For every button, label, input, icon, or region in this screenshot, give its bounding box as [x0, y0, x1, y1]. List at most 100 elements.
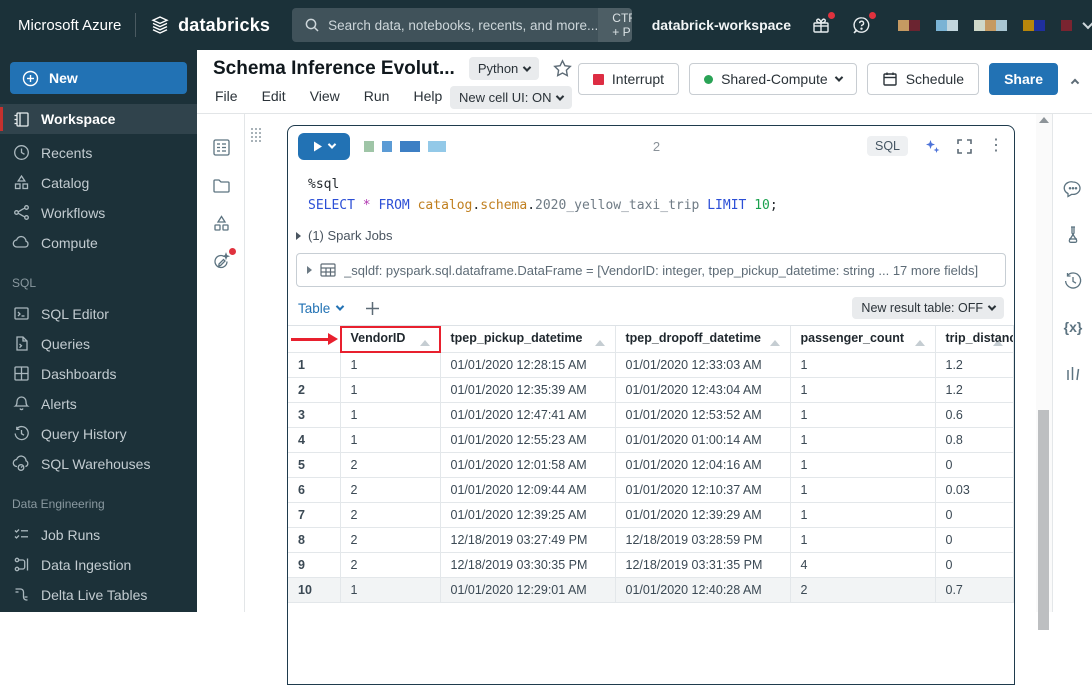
sidebar-item-label: Query History	[41, 426, 127, 442]
share-button[interactable]: Share	[989, 63, 1058, 95]
help-icon[interactable]	[851, 15, 872, 36]
sidebar-item-job-runs[interactable]: Job Runs	[0, 520, 197, 549]
sidebar-item-sql-warehouses[interactable]: SQL Warehouses	[0, 449, 197, 478]
main-scrollbar[interactable]	[1036, 114, 1052, 612]
cell-language-badge[interactable]: SQL	[867, 136, 908, 156]
favorite-star-icon[interactable]	[553, 59, 572, 78]
sidebar-item-sql-editor[interactable]: SQL Editor	[0, 299, 197, 328]
interrupt-button[interactable]: Interrupt	[578, 63, 679, 95]
notebook-cell: 2 SQL ⋮ %sql SELECT * FROM catalog.schem…	[287, 125, 1015, 685]
column-header-vendorid[interactable]: VendorID	[340, 326, 440, 352]
sidebar-item-query-history[interactable]: Query History	[0, 419, 197, 448]
language-selector[interactable]: Python	[469, 57, 539, 80]
table-row[interactable]: 10101/01/2020 12:29:01 AM01/01/2020 12:4…	[288, 577, 1014, 602]
new-cell-ui-toggle[interactable]: New cell UI: ON	[450, 86, 572, 109]
sort-triangle-icon[interactable]	[770, 340, 780, 346]
notebook-title[interactable]: Schema Inference Evolut...	[213, 58, 455, 80]
sidebar-item-compute[interactable]: Compute	[0, 228, 197, 257]
account-chevron-down-icon[interactable]	[1084, 16, 1092, 34]
expand-cell-icon[interactable]	[957, 139, 972, 154]
compute-selector[interactable]: Shared-Compute	[689, 63, 857, 95]
add-visualization-button[interactable]	[365, 301, 380, 316]
catalog-panel-icon[interactable]	[197, 204, 245, 242]
table-cell: 12/18/2019 03:31:35 PM	[615, 552, 790, 577]
databricks-logo[interactable]: databricks	[150, 15, 270, 36]
table-of-contents-icon[interactable]	[197, 128, 245, 166]
table-row[interactable]: 5201/01/2020 12:01:58 AM01/01/2020 12:04…	[288, 452, 1014, 477]
new-button[interactable]: New	[10, 62, 187, 94]
delta-live-tables-icon	[12, 586, 30, 603]
table-cell: 2	[340, 452, 440, 477]
sidebar-item-workspace[interactable]: Workspace	[0, 104, 197, 134]
scroll-up-arrow-icon[interactable]	[1039, 117, 1049, 123]
run-cell-button[interactable]	[298, 133, 350, 160]
menu-edit[interactable]: Edit	[262, 88, 286, 104]
sort-triangle-icon[interactable]	[595, 340, 605, 346]
table-row[interactable]: 1101/01/2020 12:28:15 AM01/01/2020 12:33…	[288, 352, 1014, 377]
row-number: 1	[288, 352, 340, 377]
sidebar-item-label: Workflows	[41, 205, 105, 221]
sqldf-dataframe-row[interactable]: _sqldf: pyspark.sql.dataframe.DataFrame …	[296, 253, 1006, 287]
menu-help[interactable]: Help	[413, 88, 442, 104]
column-header-tpep_pickup_datetime[interactable]: tpep_pickup_datetime	[440, 326, 615, 352]
spark-jobs-toggle[interactable]: (1) Spark Jobs	[288, 226, 1014, 251]
sidebar-item-delta-live-tables[interactable]: Delta Live Tables	[0, 580, 197, 609]
menu-file[interactable]: File	[215, 88, 238, 104]
workspace-name[interactable]: databrick-workspace	[652, 17, 791, 33]
assistant-sparkles-icon[interactable]	[924, 138, 941, 155]
table-cell: 01/01/2020 12:28:15 AM	[440, 352, 615, 377]
table-row[interactable]: 3101/01/2020 12:47:41 AM01/01/2020 12:53…	[288, 402, 1014, 427]
sidebar-item-dashboards[interactable]: Dashboards	[0, 359, 197, 388]
variables-icon[interactable]: {x}	[1053, 304, 1092, 350]
menu-view[interactable]: View	[310, 88, 340, 104]
new-result-table-toggle[interactable]: New result table: OFF	[852, 297, 1004, 319]
row-number: 6	[288, 477, 340, 502]
result-table-container: VendorIDtpep_pickup_datetimetpep_dropoff…	[288, 325, 1014, 603]
table-row[interactable]: 2101/01/2020 12:35:39 AM01/01/2020 12:43…	[288, 377, 1014, 402]
sort-triangle-icon[interactable]	[420, 340, 430, 346]
table-cell: 01/01/2020 12:43:04 AM	[615, 377, 790, 402]
column-header-tpep_dropoff_datetime[interactable]: tpep_dropoff_datetime	[615, 326, 790, 352]
notification-dot	[828, 12, 835, 19]
sidebar-item-data-ingestion[interactable]: Data Ingestion	[0, 550, 197, 579]
table-row[interactable]: 9212/18/2019 03:30:35 PM12/18/2019 03:31…	[288, 552, 1014, 577]
sidebar-item-label: SQL Warehouses	[41, 456, 150, 472]
sidebar-item-workflows[interactable]: Workflows	[0, 198, 197, 227]
sidebar-item-queries[interactable]: Queries	[0, 329, 197, 358]
experiments-icon[interactable]	[1053, 212, 1092, 258]
table-row[interactable]: 4101/01/2020 12:55:23 AM01/01/2020 01:00…	[288, 427, 1014, 452]
column-header-trip_distance[interactable]: trip_distance	[935, 326, 1014, 352]
sidebar-item-recents[interactable]: Recents	[0, 138, 197, 167]
table-row[interactable]: 8212/18/2019 03:27:49 PM12/18/2019 03:28…	[288, 527, 1014, 552]
assistant-icon[interactable]	[197, 242, 245, 280]
table-row[interactable]: 7201/01/2020 12:39:25 AM01/01/2020 12:39…	[288, 502, 1014, 527]
sidebar-item-alerts[interactable]: Alerts	[0, 389, 197, 418]
column-header-passenger_count[interactable]: passenger_count	[790, 326, 935, 352]
table-cell: 0	[935, 502, 1014, 527]
table-view-tab[interactable]: Table	[298, 301, 343, 316]
sort-triangle-icon[interactable]	[915, 340, 925, 346]
whats-new-gift-icon[interactable]	[811, 15, 831, 35]
comments-icon[interactable]	[1053, 166, 1092, 212]
chevron-down-icon	[834, 73, 842, 81]
libraries-icon[interactable]	[1053, 350, 1092, 396]
workspace-icon	[12, 111, 30, 128]
sidebar-item-catalog[interactable]: Catalog	[0, 168, 197, 197]
scrollbar-thumb[interactable]	[1038, 410, 1049, 630]
table-cell: 01/01/2020 12:39:25 AM	[440, 502, 615, 527]
cell-menu-kebab-icon[interactable]: ⋮	[988, 141, 1004, 151]
main-area: Schema Inference Evolut... Python File Ed…	[197, 50, 1092, 612]
folder-icon[interactable]	[197, 166, 245, 204]
menu-run[interactable]: Run	[364, 88, 390, 104]
version-history-icon[interactable]	[1053, 258, 1092, 304]
schedule-button[interactable]: Schedule	[867, 63, 979, 95]
dashboards-icon	[12, 365, 30, 382]
result-table[interactable]: VendorIDtpep_pickup_datetimetpep_dropoff…	[288, 326, 1014, 603]
code-editor[interactable]: %sql SELECT * FROM catalog.schema.2020_y…	[288, 166, 1014, 226]
cell-drag-handle[interactable]	[251, 128, 263, 144]
account-avatar[interactable]	[898, 20, 1072, 31]
global-search-input[interactable]: Search data, notebooks, recents, and mor…	[292, 8, 632, 42]
table-row[interactable]: 6201/01/2020 12:09:44 AM01/01/2020 12:10…	[288, 477, 1014, 502]
status-square	[400, 141, 420, 152]
collapse-header-chevron-up-icon[interactable]	[1072, 70, 1078, 88]
